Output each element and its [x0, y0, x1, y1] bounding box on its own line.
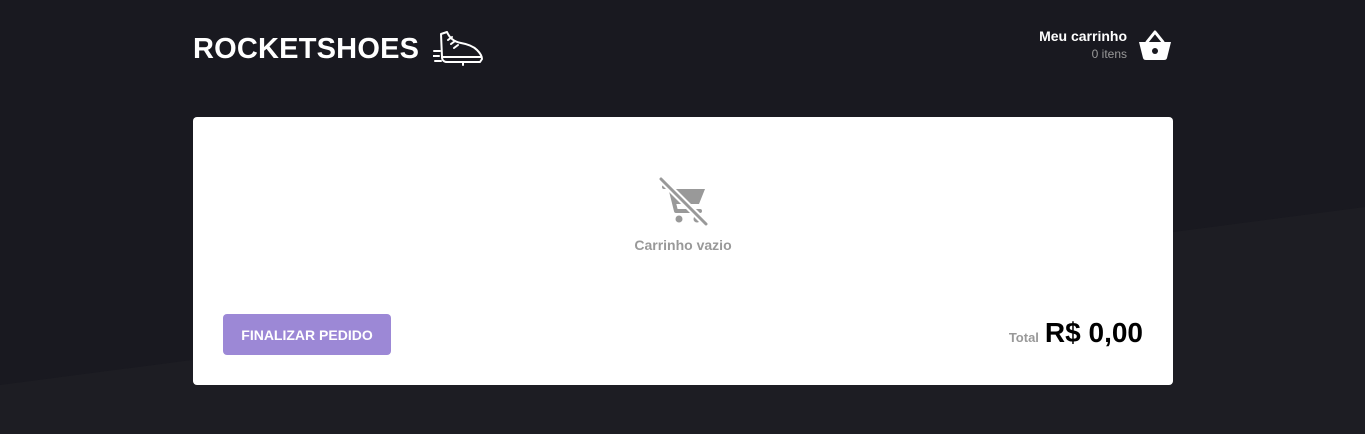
- page-container: ROCKETSHOES Meu carrinho 0 itens Carrinh…: [193, 0, 1173, 434]
- site-header: ROCKETSHOES Meu carrinho 0 itens: [193, 24, 1173, 74]
- cart-link[interactable]: Meu carrinho 0 itens: [1039, 28, 1173, 61]
- total-value: R$ 0,00: [1044, 317, 1143, 348]
- cart-summary: Meu carrinho 0 itens: [1039, 28, 1127, 61]
- cart-title: Meu carrinho: [1039, 28, 1127, 44]
- logo-text: ROCKETSHOES: [193, 32, 420, 65]
- sneaker-icon: [433, 31, 484, 66]
- total-label: Total: [1008, 330, 1039, 345]
- empty-cart-state: Carrinho vazio: [193, 177, 1173, 253]
- remove-shopping-cart-icon: [657, 177, 710, 227]
- empty-cart-text: Carrinho vazio: [634, 237, 732, 253]
- cart-count: 0 itens: [1091, 47, 1127, 61]
- logo-link[interactable]: ROCKETSHOES: [193, 24, 485, 74]
- finish-order-button[interactable]: FINALIZAR PEDIDO: [223, 314, 391, 355]
- basket-icon: [1139, 30, 1171, 60]
- cart-panel: Carrinho vazio FINALIZAR PEDIDO Total R$…: [193, 117, 1173, 385]
- cart-total: Total R$ 0,00: [1009, 317, 1143, 349]
